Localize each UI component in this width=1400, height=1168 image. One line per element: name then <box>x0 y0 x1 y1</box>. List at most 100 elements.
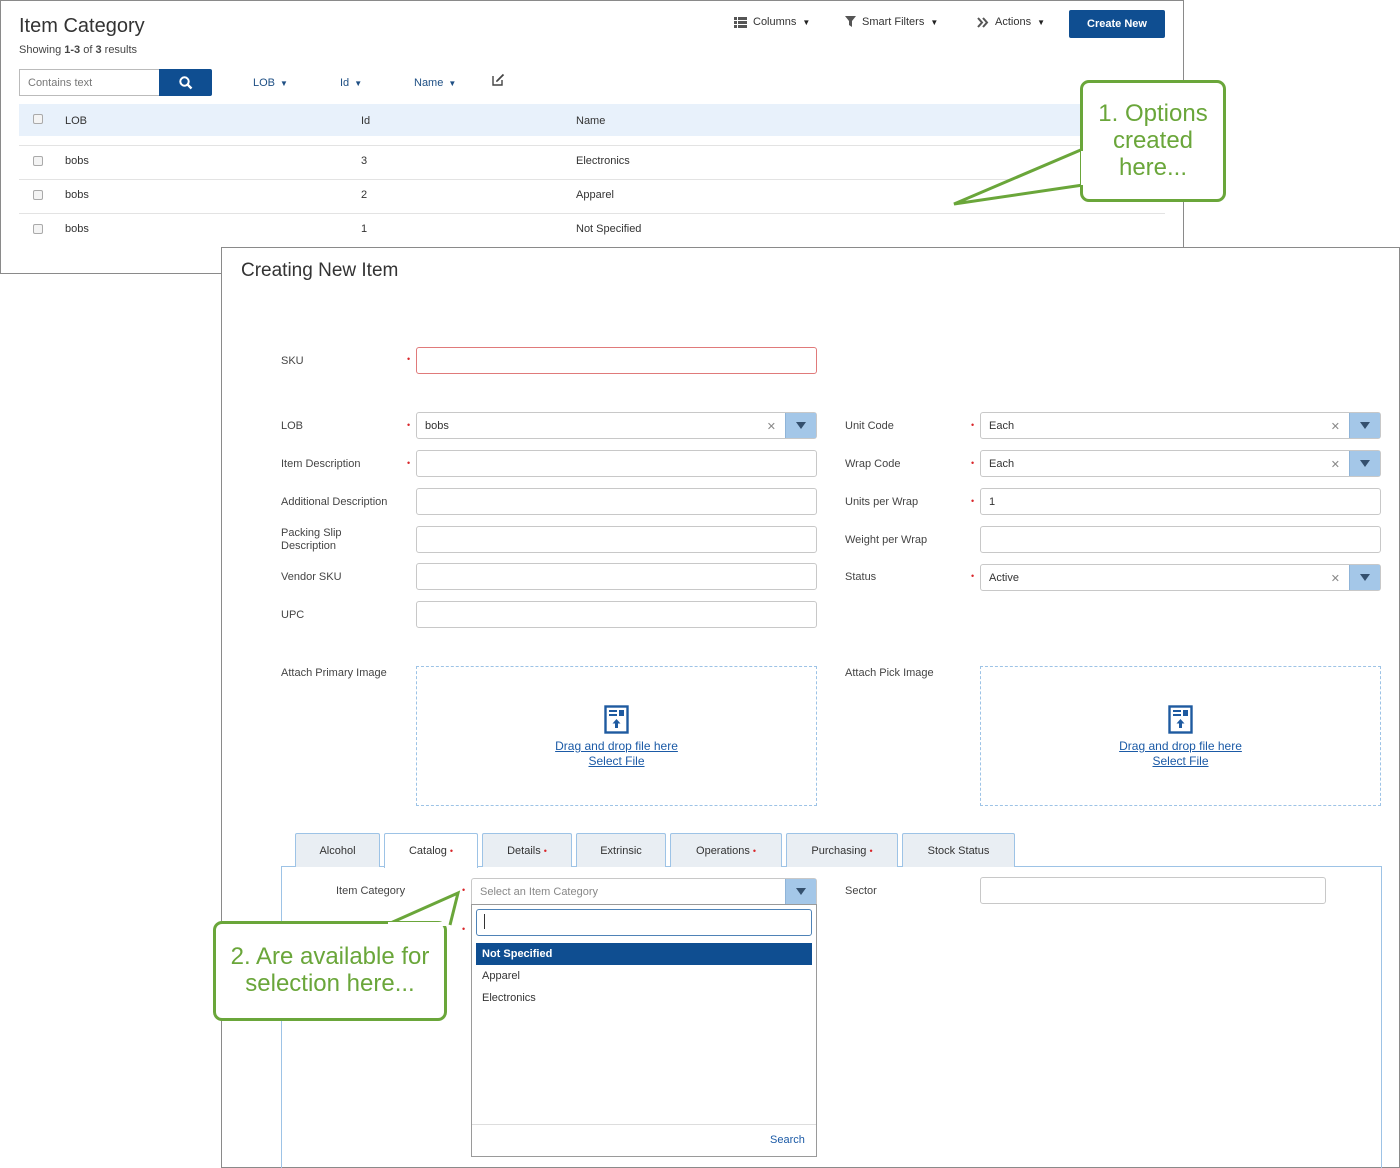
page-title: Item Category <box>19 15 145 37</box>
clear-icon[interactable]: ✕ <box>767 420 776 433</box>
chevron-down-icon: ▼ <box>802 17 811 27</box>
actions-menu[interactable]: Actions ▼ <box>977 16 1045 28</box>
search-button[interactable] <box>159 69 212 96</box>
wrap-code-select[interactable]: Each ✕ <box>980 450 1381 477</box>
required-marker: • <box>449 846 454 856</box>
unit-code-label: Unit Code <box>845 420 894 432</box>
actions-label: Actions <box>995 16 1032 28</box>
column-header-name[interactable]: Name <box>576 115 605 127</box>
filter-id[interactable]: Id ▼ <box>340 77 362 89</box>
status-select[interactable]: Active ✕ <box>980 564 1381 591</box>
unit-code-select[interactable]: Each ✕ <box>980 412 1381 439</box>
primary-image-select-file-link[interactable]: Select File <box>416 754 817 769</box>
dropdown-search-link[interactable]: Search <box>770 1134 805 1146</box>
callout-joint <box>388 922 448 926</box>
cell-id: 3 <box>361 155 368 167</box>
edit-icon[interactable] <box>492 73 505 89</box>
required-marker: • <box>752 845 756 856</box>
smart-filters-label: Smart Filters <box>862 16 925 28</box>
dropdown-option[interactable]: Apparel <box>476 965 812 987</box>
wrap-code-value: Each <box>989 457 1015 470</box>
column-header-id[interactable]: Id <box>361 115 370 127</box>
pick-image-label: Attach Pick Image <box>845 667 934 679</box>
row-checkbox[interactable] <box>33 224 43 234</box>
create-new-button[interactable]: Create New <box>1069 10 1165 38</box>
units-per-wrap-label: Units per Wrap <box>845 496 919 508</box>
required-marker: • <box>971 496 975 506</box>
dropdown-arrow-icon[interactable] <box>785 879 816 904</box>
tab-stock-status[interactable]: Stock Status <box>902 833 1015 867</box>
results-count-prefix: Showing <box>19 44 65 56</box>
dropdown-option[interactable]: Not Specified <box>476 943 812 965</box>
filter-lob[interactable]: LOB ▼ <box>253 77 288 89</box>
tab-operations[interactable]: Operations • <box>670 833 782 867</box>
tab-extrinsic[interactable]: Extrinsic <box>576 833 666 867</box>
pick-image-drag-link[interactable]: Drag and drop file here <box>980 739 1381 754</box>
sector-input[interactable] <box>980 877 1326 904</box>
primary-image-dropzone[interactable] <box>416 666 817 806</box>
required-marker: • <box>869 845 873 856</box>
columns-menu[interactable]: Columns ▼ <box>734 16 810 28</box>
filter-id-label: Id <box>340 77 350 89</box>
item-category-placeholder: Select an Item Category <box>480 885 599 898</box>
cell-id: 1 <box>361 223 368 235</box>
cell-id: 2 <box>361 189 368 201</box>
divider <box>472 1124 816 1125</box>
dropdown-search-input[interactable] <box>476 909 812 936</box>
callout-options-created: 1. Options created here... <box>1080 80 1226 202</box>
upc-input[interactable] <box>416 601 817 628</box>
smart-filters-menu[interactable]: Smart Filters ▼ <box>845 16 938 28</box>
unit-code-value: Each <box>989 419 1015 432</box>
filter-name[interactable]: Name ▼ <box>414 77 456 89</box>
item-category-select[interactable]: Select an Item Category <box>471 878 817 905</box>
primary-image-drag-link[interactable]: Drag and drop file here <box>416 739 817 754</box>
dropdown-arrow-icon[interactable] <box>1349 451 1380 476</box>
dropdown-arrow-icon[interactable] <box>785 413 816 438</box>
packing-slip-description-input[interactable] <box>416 526 817 553</box>
search-input[interactable] <box>19 69 159 96</box>
additional-description-input[interactable] <box>416 488 817 515</box>
pick-image-dropzone[interactable] <box>980 666 1381 806</box>
lob-select[interactable]: bobs ✕ <box>416 412 817 439</box>
vendor-sku-input[interactable] <box>416 563 817 590</box>
search-icon <box>178 75 192 89</box>
additional-description-label: Additional Description <box>281 496 388 508</box>
cell-lob: bobs <box>65 223 89 235</box>
dropdown-arrow-icon[interactable] <box>1349 413 1380 438</box>
chevron-down-icon: ▼ <box>1037 17 1045 27</box>
weight-per-wrap-input[interactable] <box>980 526 1381 553</box>
callout-line: created <box>1112 127 1194 154</box>
tab-catalog[interactable]: Catalog • <box>384 833 478 868</box>
weight-per-wrap-label: Weight per Wrap <box>845 534 928 546</box>
required-marker: • <box>543 845 547 856</box>
units-per-wrap-input[interactable]: 1 <box>980 488 1381 515</box>
dropdown-option[interactable]: Electronics <box>476 987 812 1009</box>
file-upload-icon <box>604 705 629 734</box>
tab-purchasing[interactable]: Purchasing • <box>786 833 898 867</box>
tab-alcohol[interactable]: Alcohol <box>295 833 380 867</box>
column-header-lob[interactable]: LOB <box>65 115 87 127</box>
callout-line: 1. Options <box>1098 100 1208 127</box>
select-all-checkbox[interactable] <box>33 114 43 124</box>
callout-pointer <box>953 147 1084 206</box>
tab-details[interactable]: Details • <box>482 833 572 867</box>
clear-icon[interactable]: ✕ <box>1331 458 1340 471</box>
text-cursor <box>484 914 485 929</box>
tab-label: Extrinsic <box>600 844 642 857</box>
clear-icon[interactable]: ✕ <box>1331 572 1340 585</box>
packing-slip-label-line1: Packing Slip <box>281 527 342 539</box>
item-category-dropdown <box>471 904 817 1157</box>
item-description-input[interactable] <box>416 450 817 477</box>
vendor-sku-label: Vendor SKU <box>281 571 342 583</box>
chevron-down-icon: ▼ <box>930 17 939 27</box>
row-checkbox[interactable] <box>33 190 43 200</box>
packing-slip-label-line2: Description <box>281 540 337 552</box>
sku-input[interactable] <box>416 347 817 374</box>
clear-icon[interactable]: ✕ <box>1331 420 1340 433</box>
cell-name: Apparel <box>576 189 614 201</box>
row-checkbox[interactable] <box>33 156 43 166</box>
pick-image-select-file-link[interactable]: Select File <box>980 754 1381 769</box>
callout-joint <box>1081 151 1085 185</box>
dropdown-arrow-icon[interactable] <box>1349 565 1380 590</box>
cell-name: Electronics <box>576 155 630 167</box>
